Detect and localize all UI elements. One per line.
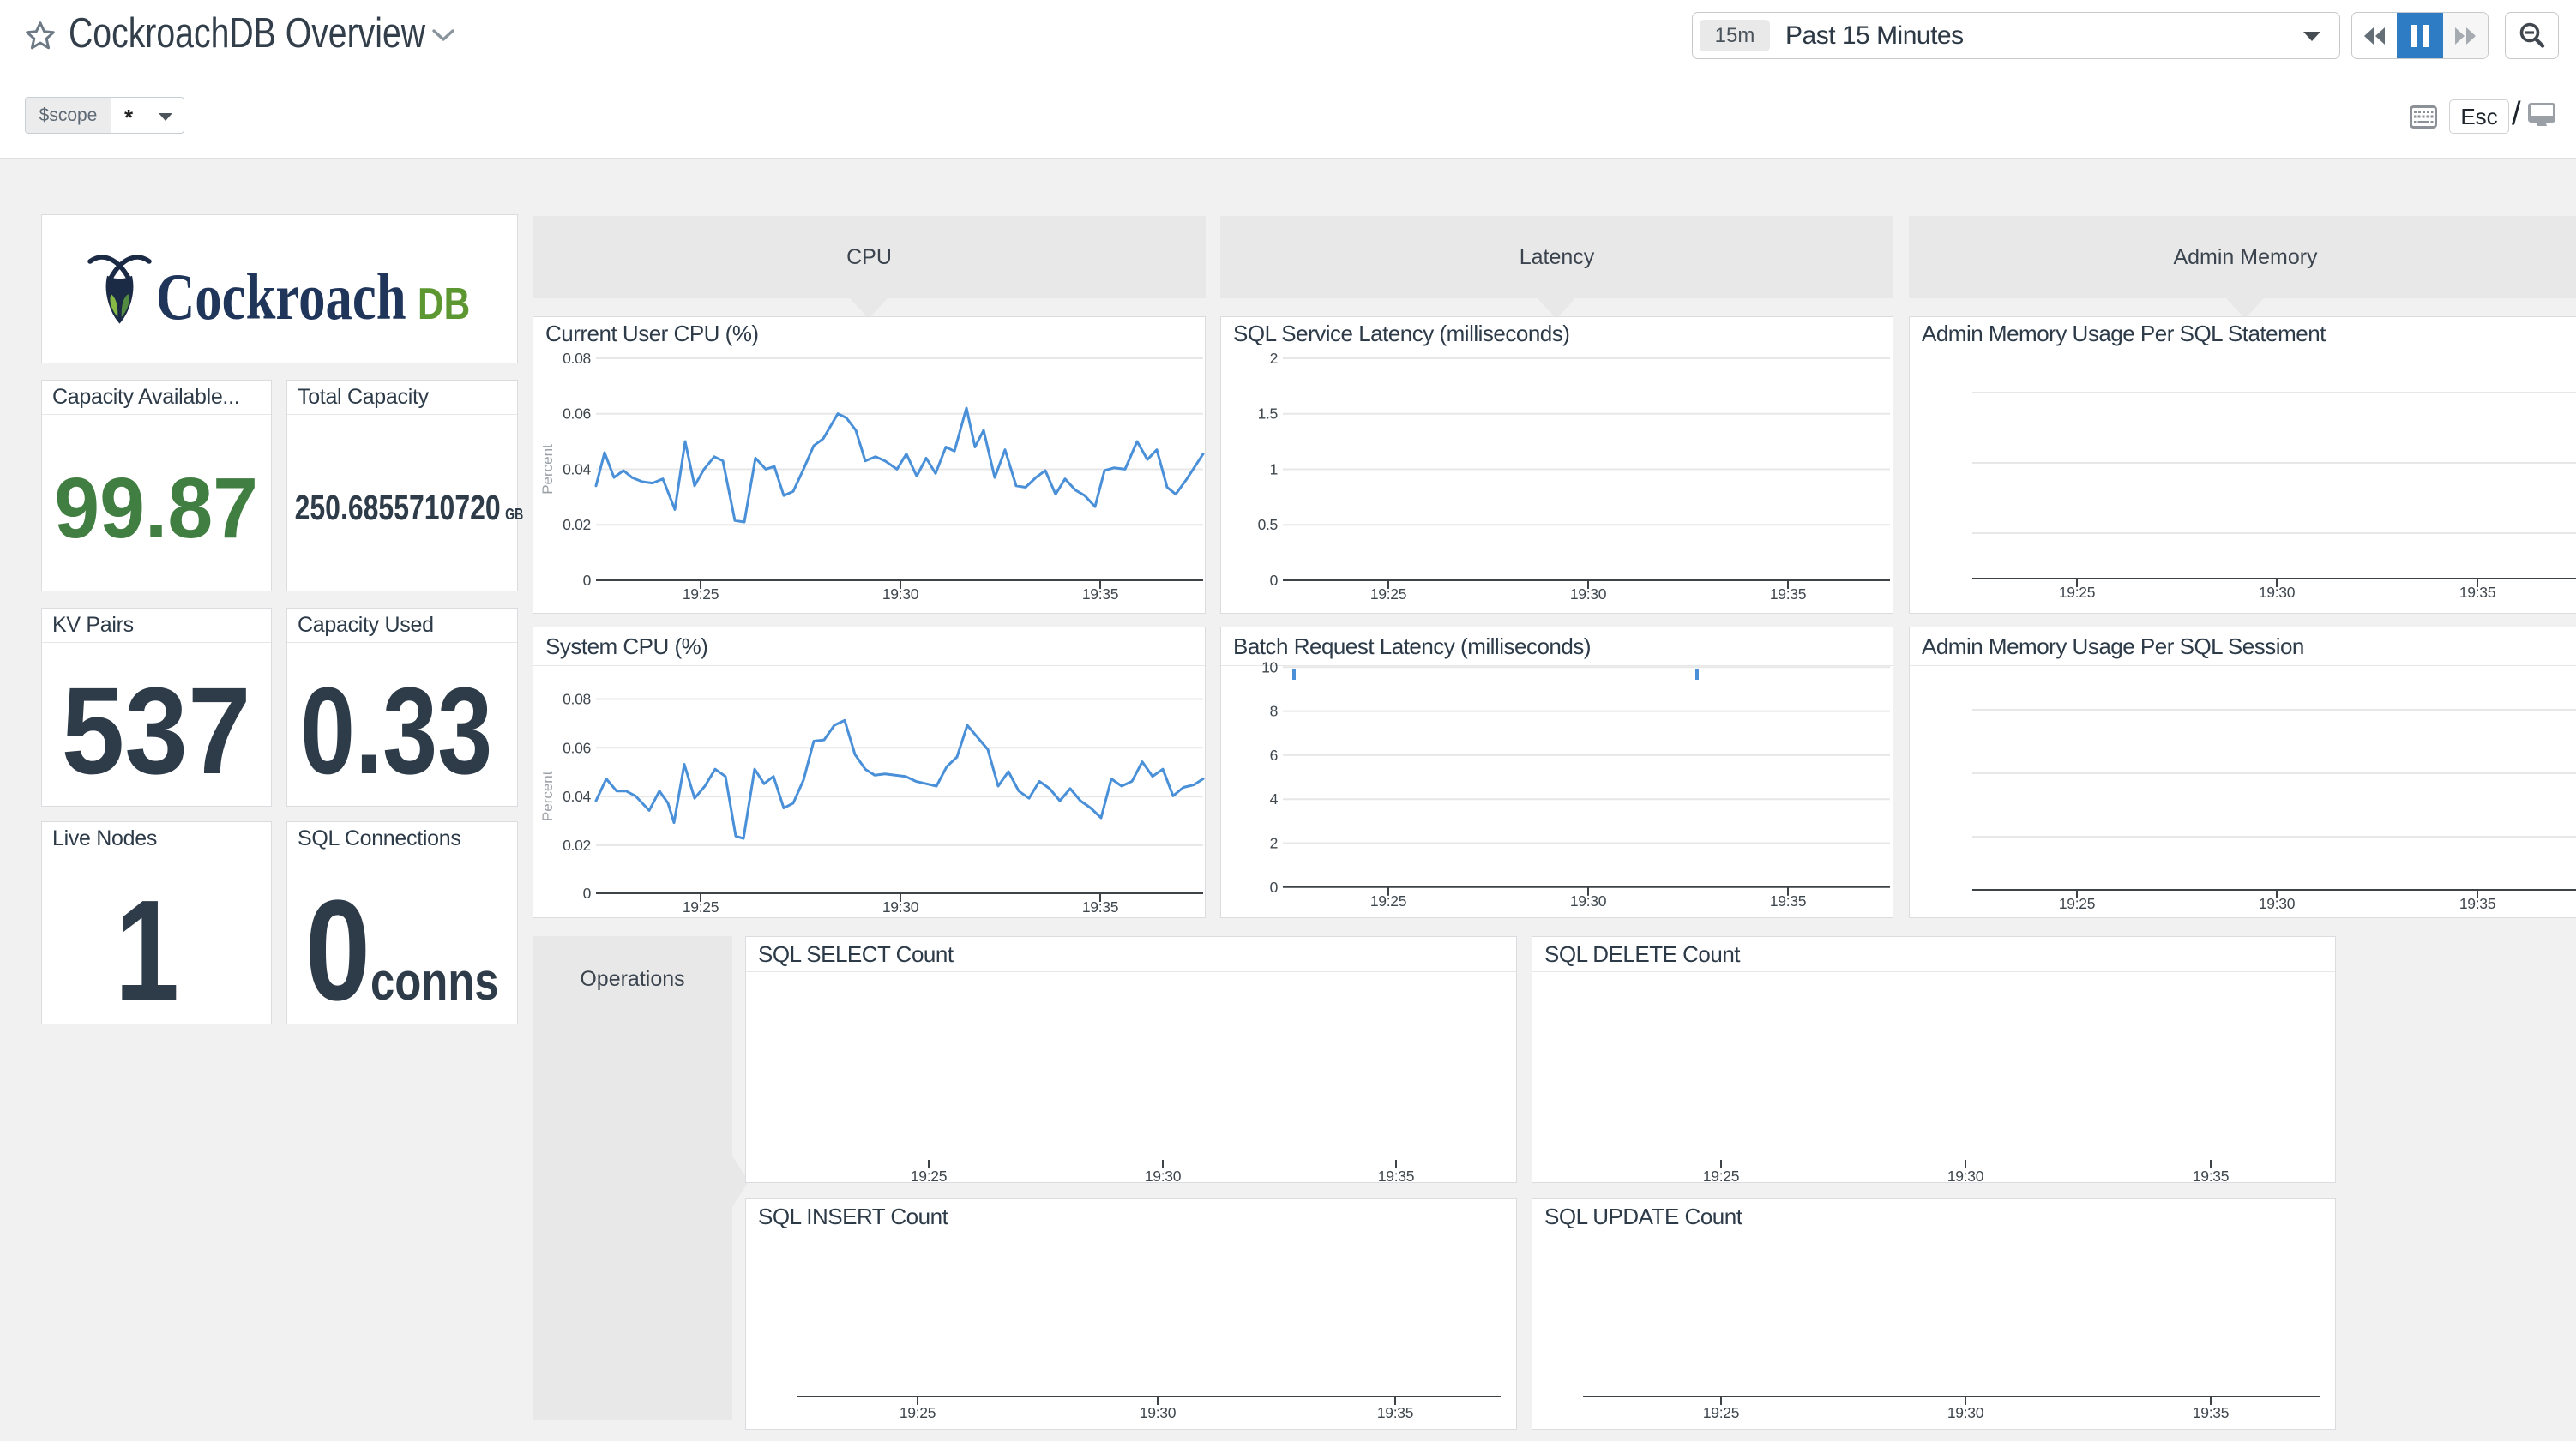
svg-text:19:25: 19:25 [1370,585,1406,603]
svg-text:19:30: 19:30 [1140,1404,1177,1421]
svg-text:19:35: 19:35 [1377,1404,1413,1421]
svg-text:2: 2 [1270,835,1278,852]
svg-text:19:30: 19:30 [2259,584,2296,601]
svg-text:4: 4 [1270,790,1279,808]
svg-text:0.04: 0.04 [563,461,591,478]
svg-text:19:30: 19:30 [882,898,919,916]
svg-text:19:35: 19:35 [1082,898,1118,916]
svg-text:19:30: 19:30 [1947,1404,1984,1421]
svg-text:2: 2 [1270,350,1278,367]
svg-text:0.06: 0.06 [563,739,591,756]
svg-text:19:30: 19:30 [1145,1168,1182,1185]
svg-text:10: 10 [1261,658,1278,675]
svg-text:0.04: 0.04 [563,788,591,805]
svg-text:0: 0 [1270,879,1279,896]
svg-text:19:35: 19:35 [2459,895,2495,912]
svg-text:0: 0 [583,572,592,589]
svg-text:1: 1 [1270,461,1278,478]
svg-text:19:25: 19:25 [1370,892,1406,910]
svg-text:19:25: 19:25 [1703,1404,1739,1421]
svg-text:19:35: 19:35 [2193,1404,2229,1421]
svg-text:19:35: 19:35 [2193,1168,2229,1185]
svg-text:0.02: 0.02 [563,837,591,854]
svg-text:DB: DB [418,279,470,329]
svg-text:6: 6 [1270,747,1278,764]
svg-text:19:30: 19:30 [1570,585,1607,603]
svg-text:19:25: 19:25 [900,1404,936,1421]
svg-text:0.08: 0.08 [563,350,591,367]
svg-text:19:30: 19:30 [1947,1168,1984,1185]
svg-text:0.5: 0.5 [1258,516,1278,533]
svg-text:0.08: 0.08 [563,691,591,708]
svg-text:19:25: 19:25 [683,585,719,603]
svg-text:19:30: 19:30 [2259,895,2296,912]
svg-text:Percent: Percent [539,771,556,821]
svg-text:19:35: 19:35 [1770,585,1806,603]
svg-text:0.02: 0.02 [563,516,591,533]
svg-text:0.06: 0.06 [563,405,591,423]
svg-text:19:25: 19:25 [911,1168,947,1185]
svg-text:19:25: 19:25 [1703,1168,1739,1185]
svg-text:0: 0 [1270,572,1279,589]
svg-text:8: 8 [1270,703,1278,720]
svg-text:19:30: 19:30 [1570,892,1607,910]
svg-text:0: 0 [583,885,592,902]
svg-text:19:25: 19:25 [683,898,719,916]
svg-text:Percent: Percent [539,444,556,495]
svg-text:19:35: 19:35 [2459,584,2495,601]
svg-text:19:35: 19:35 [1770,892,1806,910]
svg-text:19:25: 19:25 [2059,895,2095,912]
svg-text:19:35: 19:35 [1378,1168,1414,1185]
svg-text:19:30: 19:30 [882,585,919,603]
svg-text:Cockroach: Cockroach [156,261,406,334]
svg-text:1.5: 1.5 [1258,405,1278,423]
svg-text:19:25: 19:25 [2059,584,2095,601]
svg-text:19:35: 19:35 [1082,585,1118,603]
